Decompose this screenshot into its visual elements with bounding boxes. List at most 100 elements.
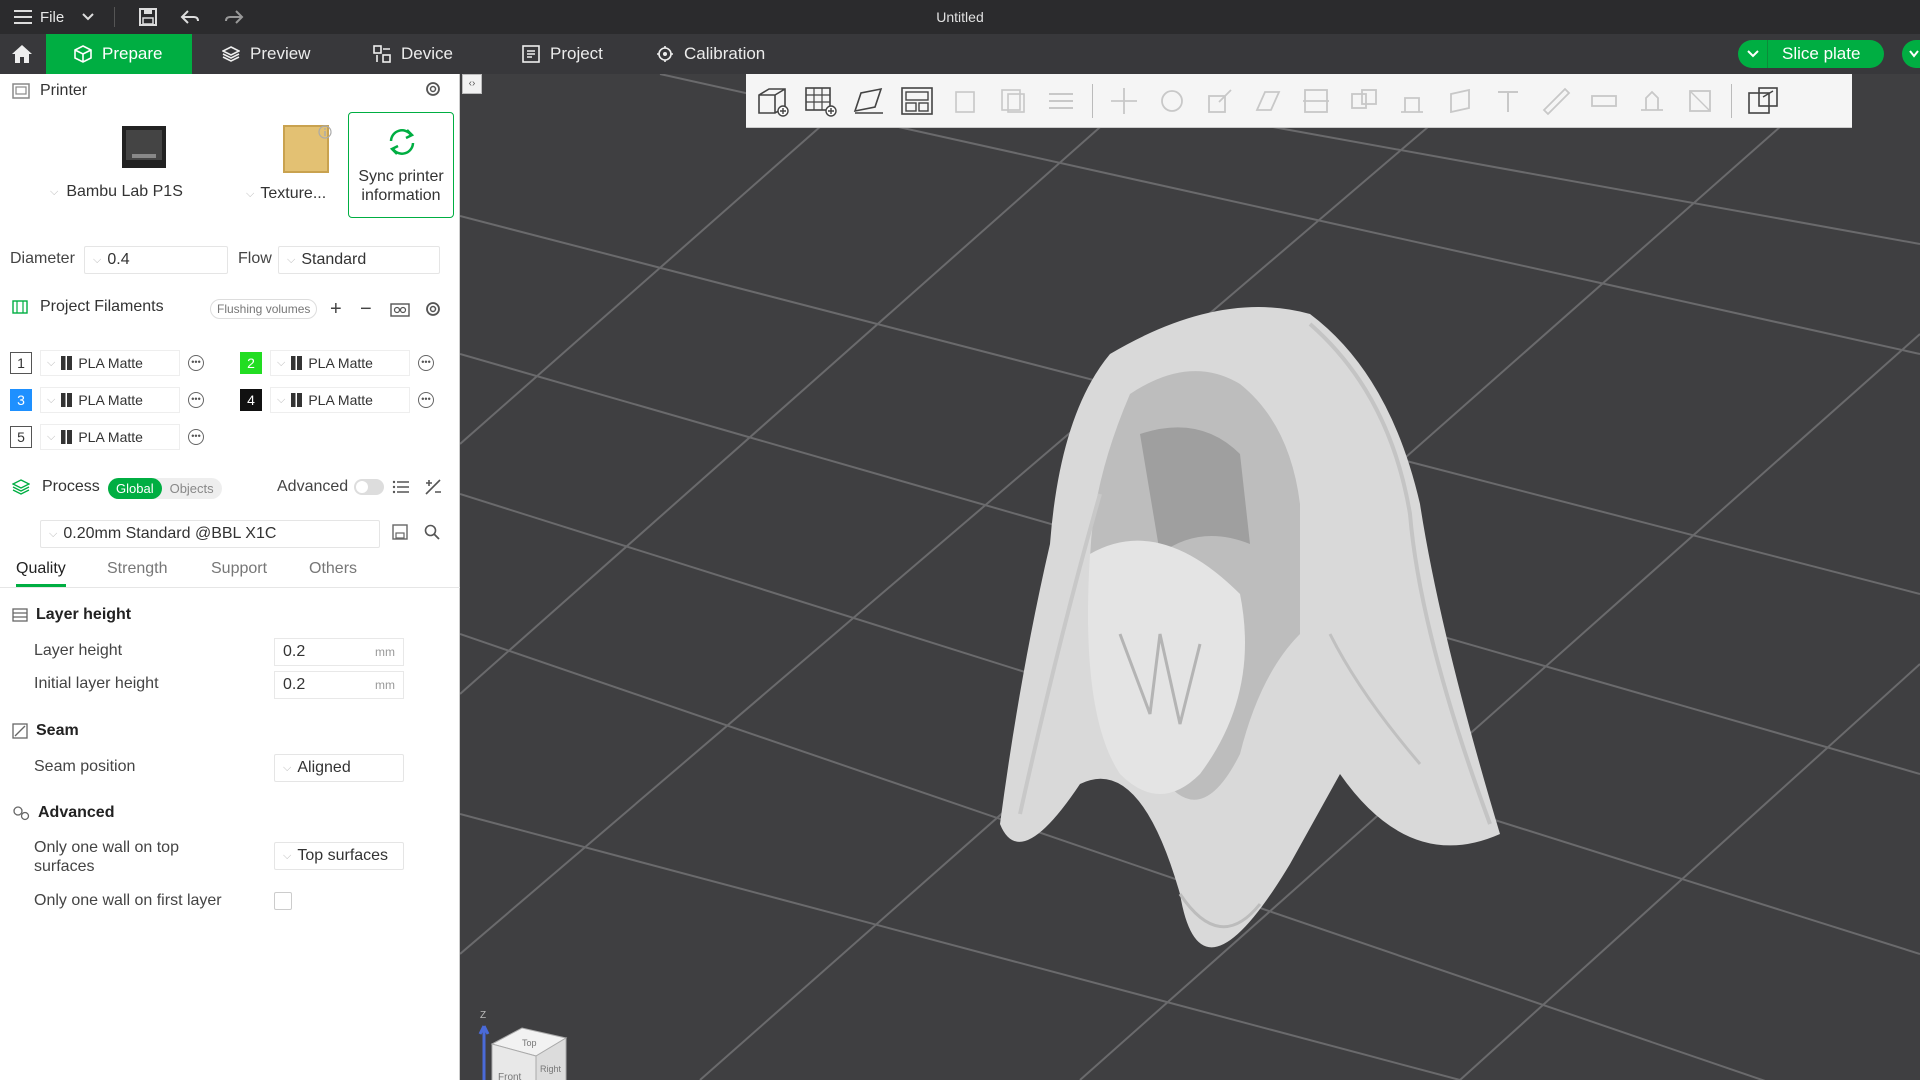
printer-selector[interactable]: ⌵ Bambu Lab P1S — [50, 124, 210, 201]
unit-label: mm — [375, 678, 395, 692]
model-object[interactable] — [1000, 307, 1500, 948]
global-option[interactable]: Global — [108, 478, 162, 499]
filament-options-icon[interactable]: ••• — [418, 355, 434, 371]
subtab-strength[interactable]: Strength — [107, 560, 167, 578]
main-tab-bar: Prepare Preview Device Project Calibrati… — [0, 34, 1920, 74]
filament-select[interactable]: ⌵ PLA Matte — [40, 424, 180, 450]
slice-dropdown[interactable] — [1738, 40, 1768, 68]
layers-icon — [222, 46, 240, 62]
settings-panel: Printer ⌵ Bambu Lab P1S ⌵ Texture... Syn… — [0, 74, 460, 1080]
one-wall-first-checkbox[interactable] — [274, 892, 292, 910]
export-dropdown[interactable] — [1902, 40, 1920, 68]
lay-on-face-icon — [1247, 81, 1289, 121]
initial-layer-height-input[interactable]: 0.2 mm — [274, 671, 404, 699]
sync-printer-button[interactable]: Sync printer information — [348, 112, 454, 218]
preset-name: 0.20mm Standard @BBL X1C — [63, 525, 277, 542]
copy-icon — [944, 81, 986, 121]
file-menu-label: File — [40, 8, 65, 26]
title-bar: File Untitled — [0, 0, 1920, 34]
brim-ears-icon — [1631, 81, 1673, 121]
diameter-value: 0.4 — [107, 251, 130, 268]
info-icon[interactable] — [318, 125, 332, 139]
undo-icon[interactable] — [178, 5, 202, 29]
slice-plate-button[interactable]: Slice plate — [1768, 40, 1884, 68]
filament-options-icon[interactable]: ••• — [188, 392, 204, 408]
redo-icon[interactable] — [222, 5, 246, 29]
filament-slot-5[interactable]: 5 ⌵ PLA Matte ••• — [10, 424, 204, 450]
advanced-group: Advanced — [12, 804, 114, 822]
tab-device[interactable]: Device — [345, 34, 481, 74]
sync-ams-icon[interactable] — [390, 300, 410, 318]
filament-slot-1[interactable]: 1 ⌵ PLA Matte ••• — [10, 350, 204, 376]
filament-options-icon[interactable]: ••• — [418, 392, 434, 408]
filament-name: PLA Matte — [78, 429, 143, 445]
filament-number: 3 — [10, 389, 32, 411]
one-wall-top-value: Top surfaces — [297, 847, 389, 864]
tab-calibration[interactable]: Calibration — [628, 34, 793, 74]
subtab-support[interactable]: Support — [211, 560, 267, 578]
sync-label: Sync printer information — [358, 168, 444, 204]
layers-list-icon — [1040, 81, 1082, 121]
cube-icon — [74, 45, 92, 63]
filament-slot-2[interactable]: 2 ⌵ PLA Matte ••• — [240, 350, 434, 376]
subtab-others[interactable]: Others — [309, 560, 357, 578]
layer-height-input[interactable]: 0.2 mm — [274, 638, 404, 666]
filament-select[interactable]: ⌵ PLA Matte — [270, 350, 410, 376]
chevron-down-icon[interactable] — [76, 5, 100, 29]
objects-option[interactable]: Objects — [162, 478, 222, 499]
printer-icon — [12, 83, 30, 99]
cube-front-label: Front — [498, 1072, 522, 1080]
layers-icon — [12, 608, 28, 622]
filament-number: 2 — [240, 352, 262, 374]
filament-select[interactable]: ⌵ PLA Matte — [270, 387, 410, 413]
filament-slot-4[interactable]: 4 ⌵ PLA Matte ••• — [240, 387, 434, 413]
seam-position-label: Seam position — [34, 758, 136, 775]
filament-options-icon[interactable]: ••• — [188, 429, 204, 445]
3d-viewport[interactable]: ‹› Z Top Front Right — [460, 74, 1920, 1080]
add-object-icon[interactable] — [752, 81, 794, 121]
tab-project[interactable]: Project — [494, 34, 631, 74]
flow-select[interactable]: ⌵ Standard — [278, 246, 440, 274]
filament-number: 1 — [10, 352, 32, 374]
filament-select[interactable]: ⌵ PLA Matte — [40, 387, 180, 413]
home-button[interactable] — [6, 39, 38, 69]
tab-prepare[interactable]: Prepare — [46, 34, 192, 74]
arrange-icon[interactable] — [896, 81, 938, 121]
add-plate-icon[interactable] — [800, 81, 842, 121]
filament-options-icon[interactable]: ••• — [188, 355, 204, 371]
filament-select[interactable]: ⌵ PLA Matte — [40, 350, 180, 376]
filament-spool-icon — [12, 300, 28, 314]
auto-orient-icon[interactable] — [848, 81, 890, 121]
printer-model-icon — [122, 126, 166, 168]
seam-position-select[interactable]: ⌵ Aligned — [274, 754, 404, 782]
save-icon[interactable] — [136, 5, 160, 29]
compare-icon[interactable] — [424, 478, 442, 496]
one-wall-first-label: Only one wall on first layer — [34, 892, 222, 909]
filament-slot-3[interactable]: 3 ⌵ PLA Matte ••• — [10, 387, 204, 413]
process-title: Process — [42, 478, 100, 495]
search-icon[interactable] — [424, 524, 440, 540]
save-preset-icon[interactable] — [392, 524, 408, 540]
subtab-quality[interactable]: Quality — [16, 560, 66, 587]
advanced-toggle[interactable]: Advanced — [277, 478, 385, 496]
filament-name: PLA Matte — [78, 355, 143, 371]
view-cube[interactable]: Z Top Front Right — [474, 1004, 584, 1080]
file-menu[interactable]: File — [14, 0, 64, 34]
global-objects-toggle[interactable]: Global Objects — [108, 478, 222, 499]
one-wall-top-select[interactable]: ⌵ Top surfaces — [274, 842, 404, 870]
process-preset-select[interactable]: ⌵ 0.20mm Standard @BBL X1C — [40, 520, 380, 548]
diameter-select[interactable]: ⌵ 0.4 — [84, 246, 228, 274]
filament-number: 4 — [240, 389, 262, 411]
split-view-icon[interactable] — [1742, 81, 1784, 121]
printer-settings-icon[interactable] — [424, 80, 442, 98]
sync-icon — [389, 129, 415, 155]
remove-filament-icon[interactable]: − — [360, 298, 372, 321]
add-filament-icon[interactable]: + — [330, 298, 342, 321]
tab-preview[interactable]: Preview — [194, 34, 338, 74]
collapse-panel-button[interactable]: ‹› — [462, 74, 482, 94]
list-icon[interactable] — [392, 480, 410, 494]
filament-settings-icon[interactable] — [424, 300, 442, 318]
advanced-switch[interactable] — [354, 479, 385, 495]
measure-icon — [1535, 81, 1577, 121]
flushing-volumes-button[interactable]: Flushing volumes — [210, 299, 318, 319]
